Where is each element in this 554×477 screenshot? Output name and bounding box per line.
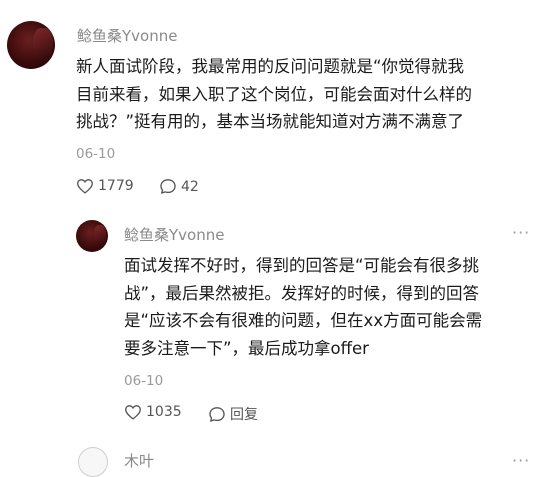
reply-button[interactable]: 回复 bbox=[208, 404, 258, 424]
comment-date: 06-10 bbox=[124, 373, 164, 389]
avatar[interactable] bbox=[76, 220, 108, 252]
comment-text-line: 新人面试阶段，我最常用的反问问题就是“你觉得就我 bbox=[76, 57, 465, 76]
heart-icon bbox=[77, 179, 93, 194]
comment-text-line: 目前来看，如果入职了这个岗位，可能会面对什么样的 bbox=[76, 84, 472, 104]
comment-author[interactable]: 木叶 bbox=[124, 450, 154, 471]
heart-icon bbox=[125, 405, 141, 420]
like-button[interactable]: 1035 bbox=[124, 404, 182, 420]
more-icon[interactable]: ··· bbox=[512, 453, 530, 469]
like-count: 1779 bbox=[98, 178, 134, 194]
comment-text-line: 要多注意一下”，最后成功拿offer bbox=[124, 338, 369, 358]
reply-count: 42 bbox=[181, 178, 199, 195]
reply-label: 回复 bbox=[230, 407, 258, 423]
comment-author[interactable]: 鲶鱼桑Yvonne bbox=[124, 224, 224, 245]
comment-icon bbox=[160, 179, 176, 194]
avatar[interactable] bbox=[78, 447, 108, 477]
like-button[interactable]: 1779 bbox=[76, 178, 134, 194]
comment-text-line: 面试发挥不好时，得到的回答是“可能会有很多挑 bbox=[124, 256, 480, 275]
avatar[interactable] bbox=[7, 21, 55, 69]
comment-text: 新人面试阶段，我最常用的反问问题就是“你觉得就我 目前来看，如果入职了这个岗位，… bbox=[76, 53, 546, 136]
comment-text-line: 战”，最后果然被拒。发挥好的时候，得到的回答 bbox=[124, 283, 480, 303]
comment-text-line: 挑战？”挺有用的，基本当场就能知道对方满不满意了 bbox=[76, 112, 465, 131]
comment-author[interactable]: 鲶鱼桑Yvonne bbox=[77, 25, 177, 46]
like-count: 1035 bbox=[146, 404, 182, 420]
more-icon[interactable]: ··· bbox=[512, 225, 530, 241]
comment-icon bbox=[209, 406, 225, 422]
comment-text-line: 是“应该不会有很难的问题，但在xx方面可能会需 bbox=[124, 311, 483, 330]
reply-button[interactable]: 42 bbox=[159, 178, 199, 195]
comment-text: 面试发挥不好时，得到的回答是“可能会有很多挑 战”，最后果然被拒。发挥好的时候，… bbox=[124, 252, 544, 362]
comment-date: 06-10 bbox=[76, 146, 116, 162]
